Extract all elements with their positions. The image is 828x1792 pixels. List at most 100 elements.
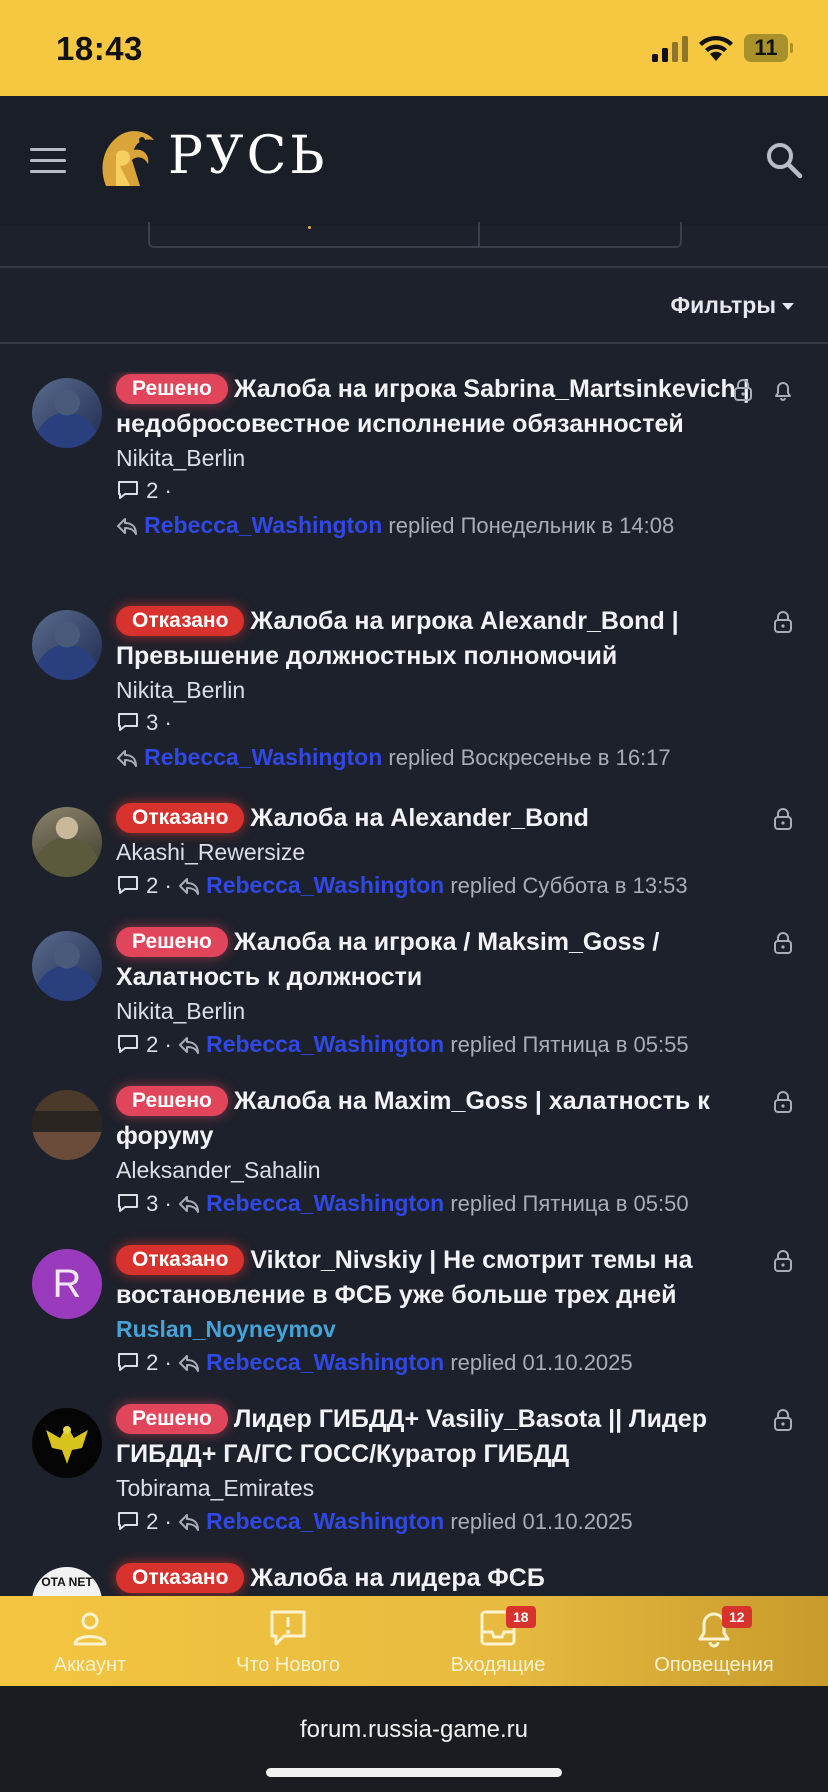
thread-title[interactable]: Решено Жалоба на Maxim_Goss | халатность … [116, 1084, 796, 1154]
lock-icon [774, 611, 792, 633]
battery-tip [790, 43, 793, 53]
thread-body: Решено Лидер ГИБДД+ Vasiliy_Basota || Лид… [116, 1402, 796, 1539]
browser-url-bar: forum.russia-game.ru [0, 1686, 828, 1792]
thread-title[interactable]: Отказано Жалоба на лидера ФСБ [116, 1561, 796, 1596]
tab-inbox[interactable]: 18 Входящие [410, 1596, 586, 1686]
thread-title[interactable]: Решено Жалоба на игрока / Maksim_Goss / Х… [116, 925, 796, 995]
thread-item[interactable]: Решено Жалоба на игрока / Maksim_Goss / Х… [0, 925, 828, 1065]
divider [0, 266, 828, 268]
reply-count: 2 [146, 1509, 159, 1534]
tab-strip-remnant [0, 222, 828, 266]
thread-title[interactable]: Решено Лидер ГИБДД+ Vasiliy_Basota || Лид… [116, 1402, 796, 1472]
avatar[interactable]: R [32, 1249, 102, 1319]
avatar[interactable] [32, 807, 102, 877]
replied-word: replied [450, 1191, 517, 1216]
thread-item[interactable]: Отказано Жалоба на Alexander_Bond Akashi_… [0, 801, 828, 911]
avatar[interactable] [32, 931, 102, 1001]
thread-author[interactable]: Nikita_Berlin [116, 674, 796, 706]
thread-title[interactable]: Отказано Жалоба на Alexander_Bond [116, 801, 796, 836]
thread-item[interactable]: Решено Жалоба на Maxim_Goss | халатность … [0, 1084, 828, 1224]
thread-meta: 2 · Rebecca_Washington replied Суббота в… [116, 868, 796, 903]
status-time: 18:43 [56, 30, 143, 67]
tab-whats-new[interactable]: Что Нового [208, 1596, 368, 1686]
reply-icon [178, 1196, 199, 1213]
search-icon[interactable] [764, 140, 804, 180]
tab-label: Аккаунт [53, 1654, 127, 1676]
status-badge: Отказано [116, 1245, 245, 1275]
last-reply-time[interactable]: Понедельник в 14:08 [461, 513, 675, 538]
user-icon [73, 1612, 107, 1646]
meta-dot: · [158, 1191, 172, 1216]
cellular-signal-icon [652, 36, 688, 62]
tab-notifications[interactable]: 12 Оповещения [634, 1596, 794, 1686]
thread-title[interactable]: Решено Жалоба на игрока Sabrina_Martsinke… [116, 372, 796, 442]
last-reply-user[interactable]: Rebecca_Washington [144, 744, 382, 770]
reply-count: 2 [146, 1032, 159, 1057]
reply-icon [178, 1355, 199, 1372]
last-reply-user[interactable]: Rebecca_Washington [144, 512, 382, 538]
site-header: РУСЬ [0, 96, 828, 226]
thread-author[interactable]: Aleksander_Sahalin [116, 1154, 796, 1186]
thread-body: Отказано Жалоба на игрока Alexandr_Bond |… [116, 604, 796, 775]
last-reply-user[interactable]: Rebecca_Washington [206, 1190, 444, 1216]
avatar[interactable] [32, 1408, 102, 1478]
last-reply-user[interactable]: Rebecca_Washington [206, 1508, 444, 1534]
thread-body: Решено Жалоба на Maxim_Goss | халатность … [116, 1084, 796, 1221]
last-reply-time[interactable]: 01.10.2025 [523, 1350, 633, 1375]
replied-word: replied [450, 1350, 517, 1375]
reply-icon [178, 1514, 199, 1531]
url-text[interactable]: forum.russia-game.ru [0, 1716, 828, 1744]
eagle-emblem-icon [46, 1426, 88, 1464]
avatar[interactable]: OTA NET [32, 1567, 102, 1596]
avatar[interactable] [32, 378, 102, 448]
thread-meta: 2 · Rebecca_Washington replied 01.10.202… [116, 1504, 796, 1539]
replied-word: replied [450, 1032, 517, 1057]
thread-author[interactable]: Akashi_Rewersize [116, 836, 796, 868]
thread-title-text[interactable]: Жалоба на Alexander_Bond [250, 804, 589, 832]
tab-account[interactable]: Аккаунт [0, 1596, 180, 1686]
last-reply-time[interactable]: Воскресенье в 16:17 [461, 745, 671, 770]
filters-label: Фильтры [670, 292, 776, 318]
last-reply-user[interactable]: Rebecca_Washington [206, 872, 444, 898]
reply-count: 2 [146, 1350, 159, 1375]
thread-title[interactable]: Отказано Жалоба на игрока Alexandr_Bond |… [116, 604, 796, 674]
avatar[interactable] [32, 1090, 102, 1160]
logo-emblem-icon[interactable] [96, 126, 158, 192]
reply-icon [117, 518, 137, 535]
last-reply-time[interactable]: Пятница в 05:55 [523, 1032, 689, 1057]
thread-item[interactable]: Решено Жалоба на игрока Sabrina_Martsinke… [0, 372, 828, 582]
menu-icon[interactable] [30, 148, 66, 174]
comment-icon [118, 1512, 138, 1530]
thread-author[interactable]: Nikita_Berlin [116, 442, 796, 474]
thread-item[interactable]: R Отказано Viktor_Nivskiy | Не смотрит те… [0, 1243, 828, 1383]
thread-author[interactable]: Ruslan_Noyneymov [116, 1313, 796, 1345]
filters-button[interactable]: Фильтры [671, 292, 794, 319]
avatar[interactable] [32, 610, 102, 680]
meta-dot: · [158, 710, 172, 735]
reply-count: 3 [146, 710, 159, 735]
thread-meta: 2 · Rebecca_Washington replied Пятница в… [116, 1027, 796, 1062]
last-reply-time[interactable]: Суббота в 13:53 [523, 873, 688, 898]
thread-body: Отказано Жалоба на Alexander_Bond Akashi_… [116, 801, 796, 903]
last-reply-user[interactable]: Rebecca_Washington [206, 1349, 444, 1375]
tab-strip-box [148, 222, 682, 248]
bell-icon[interactable] [772, 378, 794, 402]
last-reply-time[interactable]: 01.10.2025 [523, 1509, 633, 1534]
battery-indicator: 11 [744, 34, 788, 62]
thread-title-text[interactable]: Жалоба на лидера ФСБ [250, 1564, 544, 1592]
last-reply-user[interactable]: Rebecca_Washington [206, 1031, 444, 1057]
comment-icon [118, 1353, 138, 1371]
thread-item[interactable]: Решено Лидер ГИБДД+ Vasiliy_Basota || Лид… [0, 1402, 828, 1542]
last-reply-time[interactable]: Пятница в 05:50 [523, 1191, 689, 1216]
thread-item[interactable]: Отказано Жалоба на игрока Alexandr_Bond |… [0, 604, 828, 784]
thread-body: Решено Жалоба на игрока Sabrina_Martsinke… [116, 372, 796, 543]
thread-author[interactable]: Tobirama_Emirates [116, 1472, 796, 1504]
logo-text[interactable]: РУСЬ [168, 126, 327, 186]
reply-icon [178, 1037, 199, 1054]
thread-item[interactable]: OTA NET Отказано Жалоба на лидера ФСБ [0, 1561, 828, 1596]
thread-body: Отказано Viktor_Nivskiy | Не смотрит темы… [116, 1243, 796, 1380]
thread-title[interactable]: Отказано Viktor_Nivskiy | Не смотрит темы… [116, 1243, 796, 1313]
home-indicator[interactable] [266, 1768, 562, 1777]
thread-author[interactable]: Nikita_Berlin [116, 995, 796, 1027]
alert-message-icon [270, 1610, 306, 1646]
